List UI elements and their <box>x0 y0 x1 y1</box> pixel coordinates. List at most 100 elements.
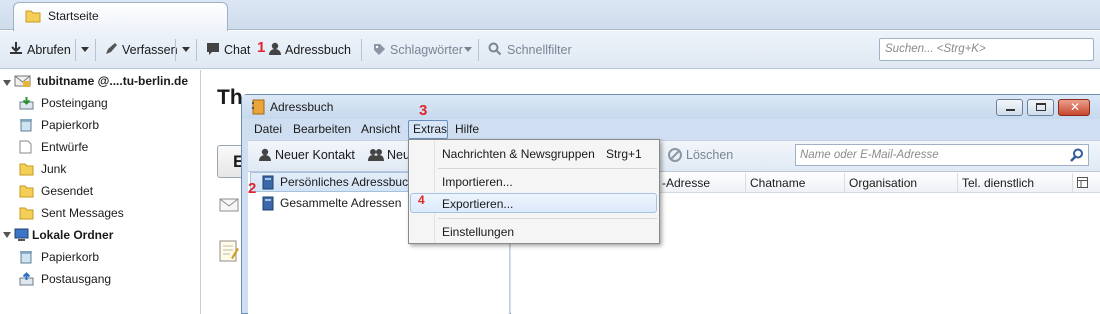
draft-document-icon <box>19 140 32 160</box>
folder-trash[interactable]: Papierkorb <box>19 115 201 135</box>
menu-extras[interactable]: Extras <box>413 122 447 136</box>
account-name: tubitname @....tu-berlin.de <box>37 74 189 88</box>
menu-view[interactable]: Ansicht <box>361 122 400 136</box>
close-button[interactable]: ✕ <box>1058 99 1090 116</box>
new-list-button[interactable]: Neu <box>387 148 410 162</box>
folder-label: Papierkorb <box>41 118 100 132</box>
divider <box>95 39 96 61</box>
folder-icon <box>19 184 34 204</box>
address-book-button[interactable]: Adressbuch <box>285 41 351 59</box>
tab-startseite[interactable]: Startseite <box>13 2 228 31</box>
folder-label: Papierkorb <box>41 250 100 264</box>
menu-item-import[interactable]: Importieren... <box>442 175 513 189</box>
maximize-button[interactable] <box>1027 99 1054 116</box>
address-book-icon <box>251 99 265 118</box>
divider <box>196 39 197 61</box>
download-icon <box>9 41 23 58</box>
tags-dropdown-icon[interactable] <box>464 47 472 52</box>
column-work-phone[interactable]: Tel. dienstlich <box>962 176 1034 190</box>
delete-button[interactable]: Löschen <box>686 148 733 162</box>
search-input[interactable]: Suchen... <Strg+K> <box>879 38 1094 61</box>
folder-icon <box>25 9 41 26</box>
tab-label: Startseite <box>48 9 99 23</box>
collapse-icon[interactable] <box>3 232 11 238</box>
tags-button[interactable]: Schlagwörter <box>390 41 463 59</box>
column-picker-icon[interactable] <box>1077 177 1088 191</box>
divider <box>478 39 479 61</box>
divider <box>175 39 176 61</box>
column-organization[interactable]: Organisation <box>849 176 917 190</box>
trash-icon <box>19 118 33 138</box>
folder-sent-messages[interactable]: Sent Messages <box>19 203 201 223</box>
directory-collected[interactable]: Gesammelte Adressen <box>262 195 410 213</box>
minimize-icon <box>1006 109 1015 111</box>
quick-filter-button[interactable]: Schnellfilter <box>507 41 572 59</box>
folder-icon <box>19 162 34 182</box>
minimize-button[interactable] <box>996 99 1023 116</box>
new-contact-button[interactable]: Neuer Kontakt <box>275 148 355 162</box>
trash-icon <box>19 250 33 270</box>
directory-personal[interactable]: Persönliches Adressbuch <box>262 174 410 192</box>
menu-help[interactable]: Hilfe <box>455 122 479 136</box>
folder-icon <box>19 206 34 226</box>
write-button[interactable]: Verfassen <box>122 41 178 59</box>
local-folders[interactable]: Lokale Ordner <box>14 225 201 245</box>
address-book-titlebar <box>242 95 1100 119</box>
folder-sent[interactable]: Gesendet <box>19 181 201 201</box>
close-icon: ✕ <box>1070 100 1081 114</box>
folder-junk[interactable]: Junk <box>19 159 201 179</box>
menu-item-export[interactable]: Exportieren... <box>442 197 513 211</box>
pencil-icon <box>104 42 118 59</box>
envelope-icon <box>219 198 239 215</box>
delete-icon <box>668 148 682 165</box>
folder-label: Posteingang <box>41 96 108 110</box>
outbox-icon <box>19 272 34 292</box>
column-divider[interactable] <box>1072 173 1073 192</box>
menu-edit[interactable]: Bearbeiten <box>293 122 351 136</box>
menu-item-settings[interactable]: Einstellungen <box>442 225 514 239</box>
address-book-title: Adressbuch <box>270 100 334 114</box>
new-list-icon <box>368 148 384 165</box>
local-folders-label: Lokale Ordner <box>32 228 114 242</box>
filter-icon <box>488 42 502 59</box>
maximize-icon <box>1036 103 1046 111</box>
write-dropdown-icon[interactable] <box>182 47 190 52</box>
menu-gutter <box>434 140 435 243</box>
search-icon[interactable] <box>1070 148 1084 165</box>
column-divider[interactable] <box>957 173 958 192</box>
divider <box>75 39 76 61</box>
address-book-icon <box>262 175 274 193</box>
folder-drafts[interactable]: Entwürfe <box>19 137 201 157</box>
folder-label: Entwürfe <box>41 140 89 154</box>
step-marker-4: 4 <box>418 193 425 207</box>
menu-item-news-groups[interactable]: Nachrichten & Newsgruppen <box>442 147 595 161</box>
column-chat-name[interactable]: Chatname <box>750 176 805 190</box>
chat-icon <box>206 42 220 59</box>
directory-label: Persönliches Adressbuch <box>280 175 410 189</box>
collapse-icon[interactable] <box>3 80 11 86</box>
menu-separator <box>438 168 657 169</box>
column-divider[interactable] <box>745 173 746 192</box>
contact-search-input[interactable]: Name oder E-Mail-Adresse <box>795 144 1089 166</box>
tag-icon <box>373 43 386 59</box>
computer-icon <box>14 228 29 248</box>
folder-label: Sent Messages <box>41 206 124 220</box>
folder-local-trash[interactable]: Papierkorb <box>19 247 201 267</box>
inbox-icon <box>19 96 34 116</box>
folder-outbox[interactable]: Postausgang <box>19 269 201 289</box>
chat-button[interactable]: Chat <box>224 41 250 59</box>
column-email[interactable]: -Adresse <box>662 176 710 190</box>
folder-label: Postausgang <box>41 272 112 286</box>
folder-inbox[interactable]: Posteingang <box>19 93 201 113</box>
new-contact-icon <box>258 148 272 165</box>
directory-label: Gesammelte Adressen <box>280 196 402 210</box>
divider <box>361 39 362 61</box>
menu-item-shortcut: Strg+1 <box>606 147 642 161</box>
menu-file[interactable]: Datei <box>254 122 282 136</box>
column-divider[interactable] <box>844 173 845 192</box>
menu-separator <box>438 218 657 219</box>
get-messages-dropdown-icon[interactable] <box>81 47 89 52</box>
note-icon <box>219 240 239 265</box>
account-folder[interactable]: tubitname @....tu-berlin.de <box>14 71 201 91</box>
get-messages-button[interactable]: Abrufen <box>27 41 71 59</box>
